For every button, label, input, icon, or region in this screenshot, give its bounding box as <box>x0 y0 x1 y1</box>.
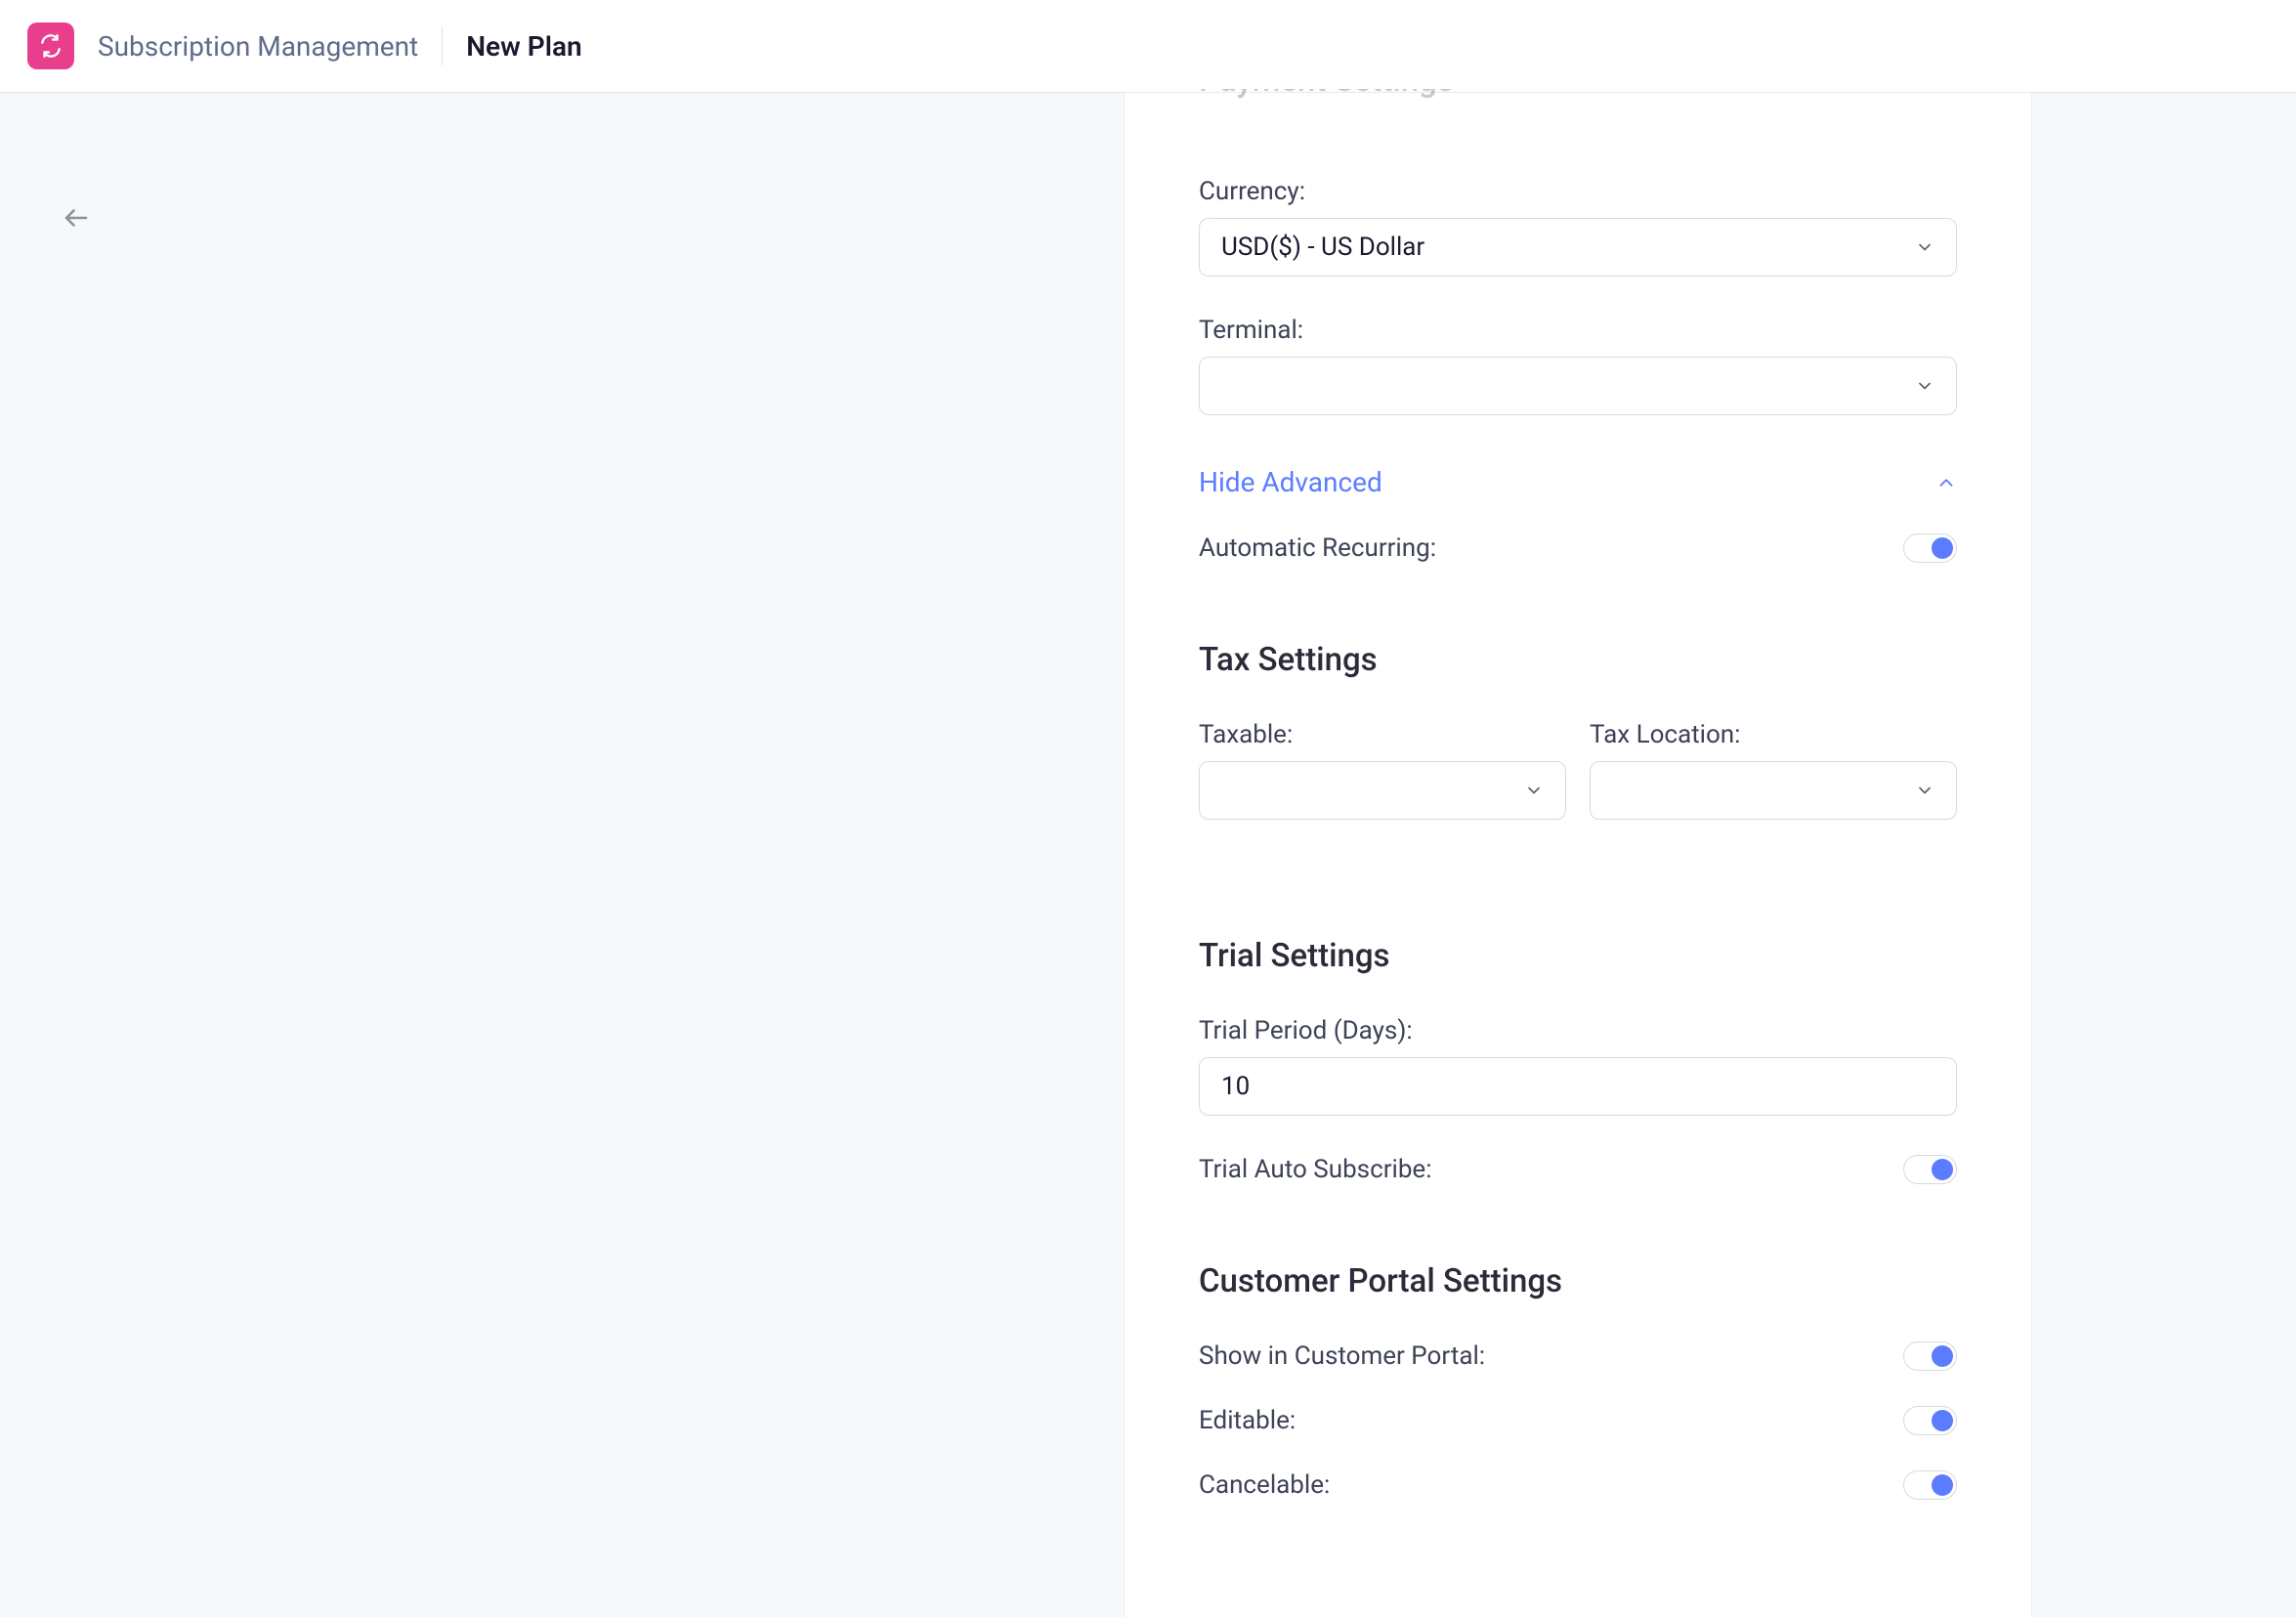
portal-settings-heading: Customer Portal Settings <box>1199 1262 1957 1300</box>
taxable-label: Taxable: <box>1199 720 1566 749</box>
app-icon <box>27 22 74 69</box>
cancelable-toggle[interactable] <box>1903 1470 1957 1500</box>
cancelable-label: Cancelable: <box>1199 1470 1330 1500</box>
breadcrumb-current: New Plan <box>443 22 581 70</box>
arrow-left-icon <box>62 203 91 233</box>
tax-location-select[interactable] <box>1590 761 1957 820</box>
cancelable-row: Cancelable: <box>1199 1470 1957 1500</box>
terminal-field: Terminal: <box>1199 316 1957 415</box>
currency-select[interactable]: USD($) - US Dollar <box>1199 218 1957 277</box>
taxable-select[interactable] <box>1199 761 1566 820</box>
chevron-down-icon <box>1915 237 1935 257</box>
editable-row: Editable: <box>1199 1406 1957 1435</box>
tax-location-field: Tax Location: <box>1590 720 1957 820</box>
trial-period-label: Trial Period (Days): <box>1199 1016 1957 1045</box>
chevron-down-icon <box>1524 781 1544 800</box>
breadcrumb: Subscription Management New Plan <box>98 22 582 70</box>
trial-period-field: Trial Period (Days): <box>1199 1016 1957 1116</box>
editable-toggle[interactable] <box>1903 1406 1957 1435</box>
chevron-down-icon <box>1915 781 1935 800</box>
tax-location-label: Tax Location: <box>1590 720 1957 749</box>
page-header: Subscription Management New Plan <box>0 0 2296 93</box>
terminal-select[interactable] <box>1199 357 1957 415</box>
currency-value: USD($) - US Dollar <box>1221 233 1424 262</box>
chevron-up-icon <box>1935 472 1957 493</box>
taxable-field: Taxable: <box>1199 720 1566 820</box>
trial-auto-subscribe-label: Trial Auto Subscribe: <box>1199 1155 1432 1184</box>
back-button[interactable] <box>54 195 99 243</box>
currency-field: Currency: USD($) - US Dollar <box>1199 177 1957 277</box>
auto-recurring-label: Automatic Recurring: <box>1199 533 1436 563</box>
advanced-toggle[interactable]: Hide Advanced <box>1199 466 1957 498</box>
terminal-label: Terminal: <box>1199 316 1957 345</box>
advanced-toggle-label: Hide Advanced <box>1199 466 1382 498</box>
trial-settings-heading: Trial Settings <box>1199 937 1957 975</box>
trial-period-input[interactable] <box>1199 1057 1957 1116</box>
show-in-portal-toggle[interactable] <box>1903 1341 1957 1371</box>
auto-recurring-toggle[interactable] <box>1903 533 1957 563</box>
trial-auto-subscribe-toggle[interactable] <box>1903 1155 1957 1184</box>
tax-settings-heading: Tax Settings <box>1199 641 1957 679</box>
chevron-down-icon <box>1915 376 1935 396</box>
show-in-portal-label: Show in Customer Portal: <box>1199 1341 1485 1371</box>
trial-auto-subscribe-row: Trial Auto Subscribe: <box>1199 1155 1957 1184</box>
breadcrumb-parent-link[interactable]: Subscription Management <box>98 22 442 70</box>
settings-panel: Payment Settings Currency: USD($) - US D… <box>1124 93 2032 1617</box>
payment-settings-heading: Payment Settings <box>1199 89 1957 108</box>
show-in-portal-row: Show in Customer Portal: <box>1199 1341 1957 1371</box>
subscription-icon <box>38 33 64 59</box>
auto-recurring-row: Automatic Recurring: <box>1199 533 1957 563</box>
editable-label: Editable: <box>1199 1406 1296 1435</box>
currency-label: Currency: <box>1199 177 1957 206</box>
